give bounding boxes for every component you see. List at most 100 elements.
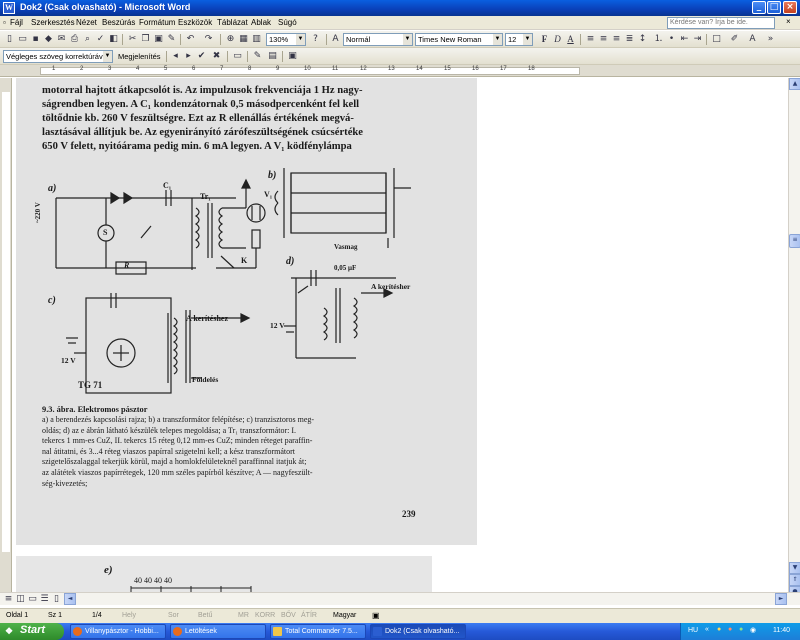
task-word-document[interactable]: Dok2 (Csak olvasható...: [370, 624, 466, 639]
scroll-right-icon[interactable]: ►: [775, 593, 787, 605]
copy-icon[interactable]: ❐: [139, 33, 152, 46]
tables-borders-icon[interactable]: ▦: [237, 33, 250, 46]
scrollbar-thumb[interactable]: ≡: [789, 234, 800, 248]
task-total-commander[interactable]: Total Commander 7.5...: [270, 624, 366, 639]
tray-app-icon[interactable]: ●: [717, 626, 721, 633]
font-size-select[interactable]: 12 ▼: [505, 33, 533, 46]
review-mode-select[interactable]: Végleges szöveg korrektúrával ▼: [3, 50, 113, 63]
previous-change-icon[interactable]: ◂: [169, 50, 182, 63]
zoom-select[interactable]: 130% ▼: [266, 33, 306, 46]
status-line: Sor: [168, 612, 179, 619]
redo-icon[interactable]: ↷: [202, 33, 215, 46]
close-button[interactable]: ×: [783, 1, 797, 14]
menu-view[interactable]: Nézet: [76, 18, 97, 27]
new-doc-icon[interactable]: ▯: [3, 33, 16, 46]
picture-icon[interactable]: ▣: [286, 50, 299, 63]
language-indicator[interactable]: HU: [688, 627, 698, 634]
document-area[interactable]: motorral hajtott átkapcsolót is. Az impu…: [12, 78, 788, 605]
scroll-up-icon[interactable]: ▲: [789, 78, 800, 90]
underline-button[interactable]: A: [564, 33, 577, 46]
minimize-button[interactable]: _: [752, 1, 766, 14]
align-left-icon[interactable]: ≡: [584, 33, 597, 46]
scroll-left-icon[interactable]: ◄: [64, 593, 76, 605]
print-icon[interactable]: ⎙: [68, 33, 81, 46]
next-change-icon[interactable]: ▸: [182, 50, 195, 63]
menu-window[interactable]: Ablak: [251, 18, 271, 27]
status-ext[interactable]: BŐV: [281, 612, 296, 619]
save-icon[interactable]: ▪: [29, 33, 42, 46]
start-button[interactable]: ❖ Start: [0, 623, 64, 640]
status-rec[interactable]: MR: [238, 612, 249, 619]
reading-view-icon[interactable]: ▯: [50, 593, 63, 606]
new-comment-icon[interactable]: ▭: [231, 50, 244, 63]
spelling-status-icon[interactable]: ▣: [372, 611, 380, 620]
columns-icon[interactable]: ▥: [250, 33, 263, 46]
print-preview-icon[interactable]: ⌕: [81, 33, 94, 46]
research-icon[interactable]: ◧: [107, 33, 120, 46]
line-spacing-icon[interactable]: ↕: [636, 33, 649, 46]
ask-question-input[interactable]: Kérdése van? Írja be ide.: [667, 17, 775, 29]
paste-icon[interactable]: ▣: [152, 33, 165, 46]
undo-icon[interactable]: ↶: [184, 33, 197, 46]
style-select[interactable]: Normál ▼: [343, 33, 413, 46]
word-icon[interactable]: W: [3, 2, 15, 14]
align-center-icon[interactable]: ≡: [597, 33, 610, 46]
align-right-icon[interactable]: ≡: [610, 33, 623, 46]
tray-app-icon[interactable]: ◉: [750, 626, 756, 634]
numbering-icon[interactable]: ⒈: [652, 33, 665, 46]
menu-edit[interactable]: Szerkesztés: [31, 18, 75, 27]
font-color-icon[interactable]: A: [746, 33, 759, 46]
scroll-down-icon[interactable]: ▼: [789, 562, 800, 574]
italic-button[interactable]: D: [551, 33, 564, 46]
horizontal-ruler[interactable]: 1 2 3 4 5 6 7 8 9 10 11 12 13 14 15 16 1…: [0, 65, 800, 77]
menu-file[interactable]: Fájl: [10, 18, 23, 27]
doc-menu-icon[interactable]: ▫: [3, 18, 6, 27]
tray-arrow-icon[interactable]: «: [705, 626, 709, 633]
spelling-icon[interactable]: ✓: [94, 33, 107, 46]
maximize-button[interactable]: □: [767, 1, 781, 14]
task-downloads[interactable]: Letöltések: [170, 624, 266, 639]
status-ovr[interactable]: ÁTÍR: [301, 612, 317, 619]
highlight-icon[interactable]: ✐: [728, 33, 741, 46]
open-folder-icon[interactable]: ▭: [16, 33, 29, 46]
menu-help[interactable]: Súgó: [278, 18, 297, 27]
horizontal-scrollbar[interactable]: ≡ ◫ ▭ ☰ ▯ ◄ ►: [0, 592, 800, 605]
title-bar[interactable]: W Dok2 (Csak olvasható) - Microsoft Word…: [0, 0, 800, 16]
menu-insert[interactable]: Beszúrás: [102, 18, 135, 27]
track-changes-icon[interactable]: ✎: [251, 50, 264, 63]
increase-indent-icon[interactable]: ⇥: [691, 33, 704, 46]
clock[interactable]: 11:40: [773, 627, 790, 634]
menu-table[interactable]: Táblázat: [217, 18, 248, 27]
format-painter-icon[interactable]: ✎: [165, 33, 178, 46]
cut-icon[interactable]: ✂: [126, 33, 139, 46]
figure-label: c): [48, 295, 56, 306]
decrease-indent-icon[interactable]: ⇤: [678, 33, 691, 46]
tray-app-icon[interactable]: ●: [739, 626, 743, 633]
styles-icon[interactable]: A: [329, 33, 342, 46]
hyperlink-icon[interactable]: ⊕: [224, 33, 237, 46]
tray-app-icon[interactable]: ●: [728, 626, 732, 633]
reject-change-icon[interactable]: ✖: [210, 50, 223, 63]
close-document-icon[interactable]: ×: [786, 17, 791, 26]
vertical-scrollbar[interactable]: ▲ ≡ ▼ ⇑ ●: [788, 78, 800, 605]
show-menu-button[interactable]: Megjelenítés ▾: [115, 50, 163, 63]
task-firefox-villanypasztor[interactable]: Villanypásztor - Hobbi...: [70, 624, 166, 639]
toolbar-options-icon[interactable]: »: [764, 33, 777, 46]
status-language[interactable]: Magyar: [333, 612, 356, 619]
menu-tools[interactable]: Eszközök: [178, 18, 212, 27]
previous-page-icon[interactable]: ⇑: [789, 574, 800, 586]
help-icon[interactable]: ?: [309, 33, 322, 46]
permission-icon[interactable]: ◆: [42, 33, 55, 46]
font-select[interactable]: Times New Roman ▼: [415, 33, 503, 46]
figure-label: Földelés: [192, 375, 219, 384]
status-trk[interactable]: KORR: [255, 612, 275, 619]
bullets-icon[interactable]: •: [665, 33, 678, 46]
menu-format[interactable]: Formátum: [139, 18, 175, 27]
justify-icon[interactable]: ≣: [623, 33, 636, 46]
accept-change-icon[interactable]: ✔: [195, 50, 208, 63]
reviewing-pane-icon[interactable]: ▤: [266, 50, 279, 63]
email-icon[interactable]: ✉: [55, 33, 68, 46]
border-icon[interactable]: □: [710, 33, 723, 46]
vertical-ruler[interactable]: [0, 78, 12, 605]
bold-button[interactable]: F: [538, 33, 551, 46]
